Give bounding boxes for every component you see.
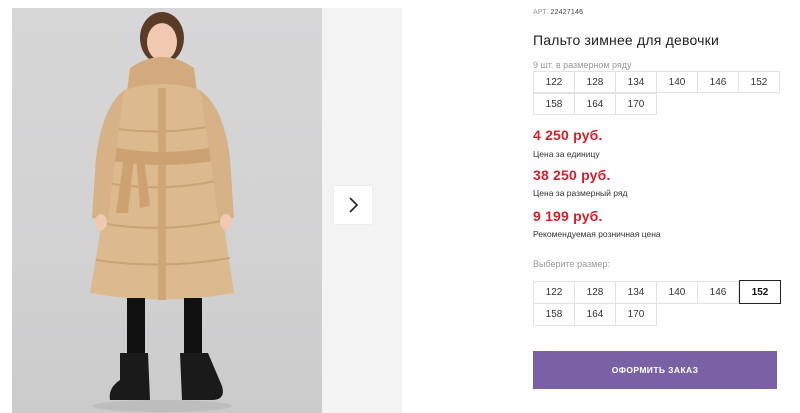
pack-price-note: Цена за размерный ряд — [533, 188, 628, 198]
choose-size-label: Выберите размер: — [533, 259, 610, 269]
product-photo — [12, 8, 322, 413]
size-option-146[interactable]: 146 — [697, 281, 739, 304]
pack-price: 38 250 руб. — [533, 167, 611, 183]
pack-size-cell: 158 — [533, 93, 575, 115]
pack-count-label: 9 шт. в размерном ряду — [533, 60, 632, 70]
pack-size-cell: 122 — [533, 71, 575, 93]
gallery-next-button[interactable] — [334, 186, 372, 224]
pack-size-cell: 128 — [574, 71, 616, 93]
size-option-158[interactable]: 158 — [533, 303, 575, 326]
pack-size-cell: 152 — [738, 71, 780, 93]
article-code: 22427146 — [550, 9, 584, 16]
size-option-164[interactable]: 164 — [574, 303, 616, 326]
retail-price: 9 199 руб. — [533, 208, 603, 224]
article-label: АРТ. — [533, 9, 549, 16]
unit-price-note: Цена за единицу — [533, 149, 600, 159]
pack-size-cell: 140 — [656, 71, 698, 93]
retail-price-note: Рекомендуемая розничная цена — [533, 229, 661, 239]
pack-size-cell: 146 — [697, 71, 739, 93]
product-title: Пальто зимнее для девочки — [533, 32, 719, 48]
article-number: АРТ. 22427146 — [533, 9, 583, 16]
pack-size-cell: 134 — [615, 71, 657, 93]
place-order-button[interactable]: ОФОРМИТЬ ЗАКАЗ — [533, 351, 777, 389]
size-option-152-selected[interactable]: 152 — [739, 280, 781, 304]
size-option-134[interactable]: 134 — [615, 281, 657, 304]
chevron-right-icon — [349, 197, 359, 213]
size-option-140[interactable]: 140 — [656, 281, 698, 304]
girl-in-coat-illustration — [90, 12, 234, 412]
size-option-128[interactable]: 128 — [574, 281, 616, 304]
pack-size-cell: 164 — [574, 93, 616, 115]
unit-price: 4 250 руб. — [533, 127, 603, 143]
size-option-122[interactable]: 122 — [533, 281, 575, 304]
size-option-170[interactable]: 170 — [615, 303, 657, 326]
pack-size-cell: 170 — [615, 93, 657, 115]
